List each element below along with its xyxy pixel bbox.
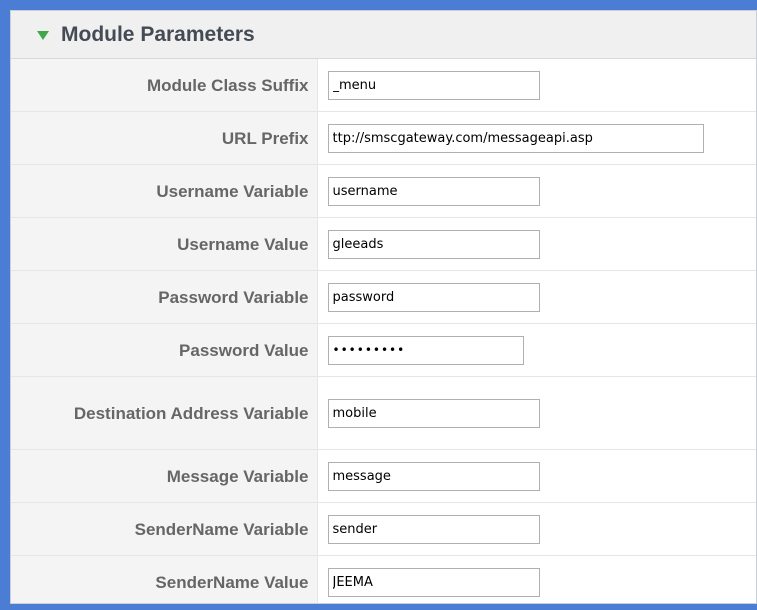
panel-title: Module Parameters [61, 22, 255, 46]
field-label: Password Value [11, 323, 318, 377]
url-prefix-input[interactable] [327, 123, 704, 153]
sendername-variable-input[interactable] [327, 514, 540, 544]
param-row-password-variable: Password Variable [11, 270, 756, 324]
param-row-message-variable: Message Variable [11, 449, 756, 503]
param-row-url-prefix: URL Prefix [11, 111, 756, 165]
panel-header[interactable]: Module Parameters [11, 11, 756, 59]
password-value-input[interactable] [327, 335, 524, 365]
destination-address-variable-input[interactable] [327, 398, 540, 428]
module-class-suffix-input[interactable] [327, 70, 540, 100]
field-label: Password Variable [11, 270, 318, 324]
sendername-value-input[interactable] [327, 567, 540, 597]
module-parameters-panel: Module Parameters Module Class Suffix UR… [10, 10, 757, 604]
param-row-sendername-variable: SenderName Variable [11, 502, 756, 556]
param-row-username-value: Username Value [11, 217, 756, 271]
param-row-module-class-suffix: Module Class Suffix [11, 59, 756, 112]
field-label: SenderName Value [11, 555, 318, 603]
parameters-table: Module Class Suffix URL Prefix Username … [11, 59, 756, 603]
password-variable-input[interactable] [327, 282, 540, 312]
message-variable-input[interactable] [327, 461, 540, 491]
field-label: Module Class Suffix [11, 59, 318, 112]
param-row-destination-address-variable: Destination Address Variable [11, 376, 756, 450]
field-label: Destination Address Variable [11, 376, 318, 450]
field-label: Message Variable [11, 449, 318, 503]
triangle-down-icon[interactable] [37, 31, 49, 40]
username-value-input[interactable] [327, 229, 540, 259]
param-row-sendername-value: SenderName Value [11, 555, 756, 603]
field-label: Username Variable [11, 164, 318, 218]
field-label: SenderName Variable [11, 502, 318, 556]
param-row-password-value: Password Value [11, 323, 756, 377]
username-variable-input[interactable] [327, 176, 540, 206]
field-label: Username Value [11, 217, 318, 271]
field-label: URL Prefix [11, 111, 318, 165]
param-row-username-variable: Username Variable [11, 164, 756, 218]
